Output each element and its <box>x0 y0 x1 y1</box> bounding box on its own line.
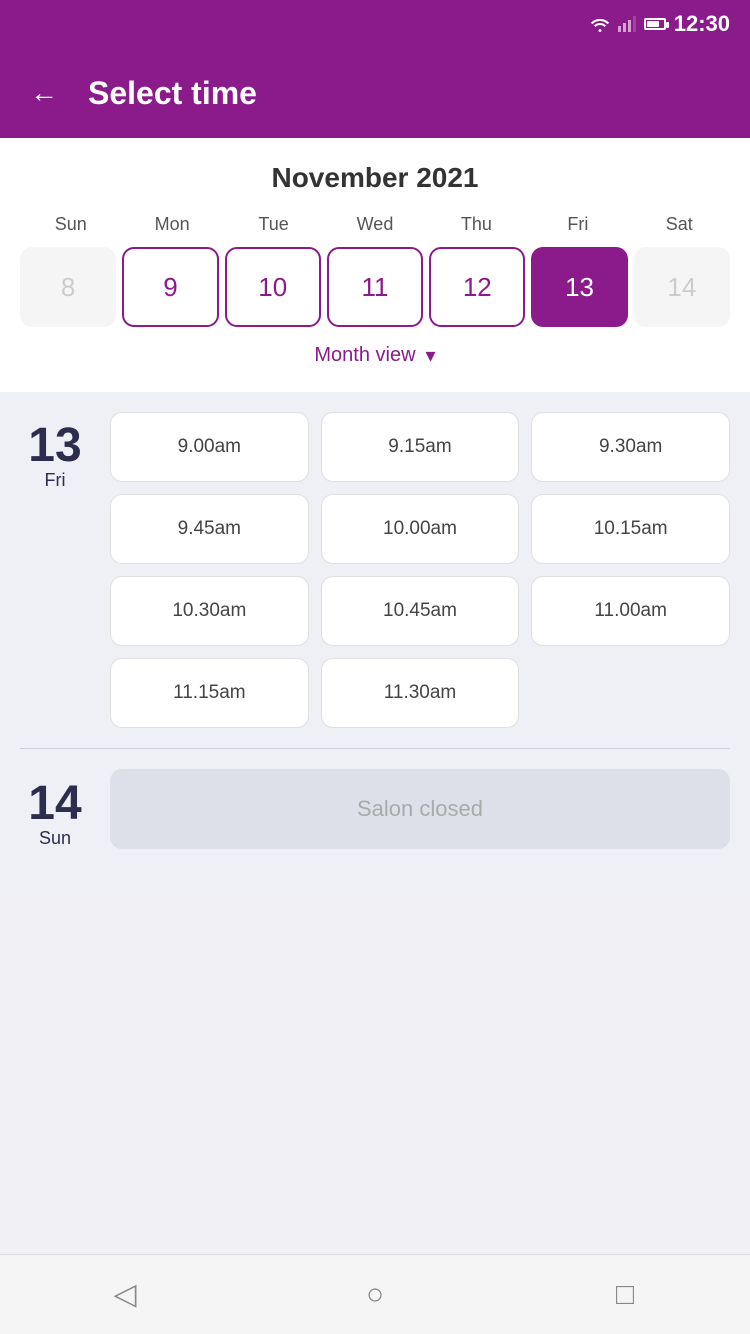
section-divider <box>20 748 730 749</box>
day-13-block: 13 Fri 9.00am 9.15am 9.30am 9.45am 10.00… <box>20 412 730 728</box>
calendar-section: November 2021 Sun Mon Tue Wed Thu Fri Sa… <box>0 138 750 392</box>
day-13[interactable]: 13 <box>531 247 627 327</box>
page-title: Select time <box>88 75 257 112</box>
month-title: November 2021 <box>20 162 730 194</box>
time-slot-1115[interactable]: 11.15am <box>110 658 309 728</box>
weekday-tue: Tue <box>223 214 324 235</box>
day-12[interactable]: 12 <box>429 247 525 327</box>
day-14-name: Sun <box>39 828 71 849</box>
day-11[interactable]: 11 <box>327 247 423 327</box>
weekday-sat: Sat <box>629 214 730 235</box>
weekday-fri: Fri <box>527 214 628 235</box>
day-13-label: 13 Fri <box>20 412 90 728</box>
bottom-nav: ◁ ○ □ <box>0 1254 750 1334</box>
status-icons: 12:30 <box>590 11 730 37</box>
weekday-wed: Wed <box>324 214 425 235</box>
signal-icon <box>618 16 636 32</box>
weekday-sun: Sun <box>20 214 121 235</box>
weekday-mon: Mon <box>121 214 222 235</box>
day-13-name: Fri <box>45 470 66 491</box>
salon-closed-text: Salon closed <box>357 796 483 822</box>
days-row: 8 9 10 11 12 13 14 <box>20 247 730 327</box>
back-button[interactable]: ← <box>30 77 58 109</box>
time-slot-1015[interactable]: 10.15am <box>531 494 730 564</box>
chevron-down-icon: ▾ <box>426 343 436 368</box>
time-slot-930[interactable]: 9.30am <box>531 412 730 482</box>
nav-recent-button[interactable]: □ <box>600 1270 650 1320</box>
time-slot-1100[interactable]: 11.00am <box>531 576 730 646</box>
time-slot-945[interactable]: 9.45am <box>110 494 309 564</box>
nav-back-button[interactable]: ◁ <box>100 1270 150 1320</box>
day-10[interactable]: 10 <box>225 247 321 327</box>
day-14: 14 <box>634 247 730 327</box>
time-section: 13 Fri 9.00am 9.15am 9.30am 9.45am 10.00… <box>0 392 750 889</box>
day-9[interactable]: 9 <box>122 247 218 327</box>
day-13-number: 13 <box>28 422 81 470</box>
day-14-block: 14 Sun Salon closed <box>20 769 730 849</box>
day-14-number: 14 <box>28 780 81 828</box>
header: ← Select time <box>0 48 750 138</box>
time-slot-900[interactable]: 9.00am <box>110 412 309 482</box>
status-bar: 12:30 <box>0 0 750 48</box>
month-view-toggle[interactable]: Month view ▾ <box>20 327 730 376</box>
weekday-thu: Thu <box>426 214 527 235</box>
day-13-slots: 9.00am 9.15am 9.30am 9.45am 10.00am 10.1… <box>110 412 730 728</box>
salon-closed-box: Salon closed <box>110 769 730 849</box>
time-slot-1130[interactable]: 11.30am <box>321 658 520 728</box>
weekday-row: Sun Mon Tue Wed Thu Fri Sat <box>20 214 730 235</box>
nav-home-button[interactable]: ○ <box>350 1270 400 1320</box>
time-slot-1000[interactable]: 10.00am <box>321 494 520 564</box>
time-slot-1030[interactable]: 10.30am <box>110 576 309 646</box>
time-slot-915[interactable]: 9.15am <box>321 412 520 482</box>
battery-icon <box>644 18 666 30</box>
wifi-icon <box>590 16 610 32</box>
time-slot-1045[interactable]: 10.45am <box>321 576 520 646</box>
month-view-label: Month view <box>314 344 415 367</box>
day-8: 8 <box>20 247 116 327</box>
status-time: 12:30 <box>674 11 730 37</box>
day-14-label: 14 Sun <box>20 770 90 849</box>
